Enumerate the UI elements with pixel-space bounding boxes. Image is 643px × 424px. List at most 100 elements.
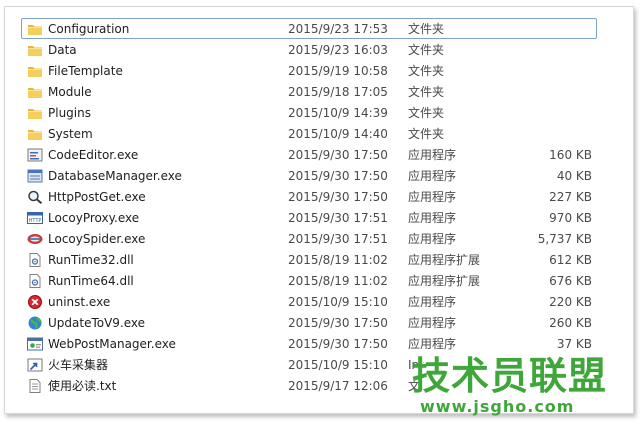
file-row[interactable]: CodeEditor.exe 2015/9/30 17:50 应用程序 160 KB	[21, 144, 597, 165]
code-editor-icon	[27, 148, 43, 162]
file-row[interactable]: Data 2015/9/23 16:03 文件夹	[21, 39, 597, 60]
file-name: RunTime32.dll	[48, 253, 134, 267]
file-size: 37 KB	[556, 337, 592, 351]
file-row[interactable]: uninst.exe 2015/10/9 15:10 应用程序 220 KB	[21, 291, 597, 312]
file-date: 2015/9/19 10:58	[288, 64, 388, 78]
file-type: 应用程序	[408, 148, 457, 162]
file-size: 5,737 KB	[537, 232, 592, 246]
file-type: 应用程序	[408, 316, 457, 330]
file-type: 应用程序扩展	[408, 253, 481, 267]
file-name: Plugins	[48, 106, 91, 120]
file-row[interactable]: HttpPostGet.exe 2015/9/30 17:50 应用程序 227 KB	[21, 186, 597, 207]
file-date: 2015/10/9 15:10	[288, 358, 388, 372]
file-size: 612 KB	[549, 253, 592, 267]
file-type: 文件夹	[408, 22, 445, 36]
svg-text:HTTP: HTTP	[29, 218, 42, 224]
file-row[interactable]: HTTP LocoyProxy.exe 2015/9/30 17:51 应用程序 970…	[21, 207, 597, 228]
file-name: LocoyProxy.exe	[48, 211, 140, 225]
file-name: 使用必读.txt	[48, 379, 117, 393]
file-row[interactable]: Configuration 2015/9/23 17:53 文件夹	[21, 18, 597, 39]
file-type: 应用程序	[408, 211, 457, 225]
file-size: 676 KB	[549, 274, 592, 288]
file-date: 2015/9/30 17:50	[288, 148, 388, 162]
file-row[interactable]: RunTime64.dll 2015/8/19 11:02 应用程序扩展 676 KB	[21, 270, 597, 291]
file-type: 应用程序	[408, 190, 457, 204]
folder-icon	[27, 106, 43, 120]
train-icon	[27, 232, 43, 246]
file-date: 2015/10/9 14:40	[288, 127, 388, 141]
file-name: Module	[48, 85, 92, 99]
file-name: RunTime64.dll	[48, 274, 134, 288]
file-row[interactable]: Plugins 2015/10/9 14:39 文件夹	[21, 102, 597, 123]
file-type: 应用程序扩展	[408, 274, 481, 288]
folder-icon	[27, 64, 43, 78]
folder-icon	[27, 85, 43, 99]
shortcut-icon	[27, 358, 43, 372]
dll-icon	[27, 253, 43, 267]
file-row[interactable]: WebPostManager.exe 2015/9/30 17:50 应用程序 37 …	[21, 333, 597, 354]
database-icon	[27, 169, 43, 183]
file-name: WebPostManager.exe	[48, 337, 176, 351]
file-date: 2015/8/19 11:02	[288, 274, 388, 288]
file-date: 2015/9/17 12:06	[288, 379, 388, 393]
dll-icon	[27, 274, 43, 288]
file-name: 火车采集器	[48, 358, 109, 372]
globe-icon	[27, 316, 43, 330]
file-size: 40 KB	[556, 169, 592, 183]
file-list: Configuration 2015/9/23 17:53 文件夹 Data 2015/…	[21, 18, 597, 396]
web-post-icon	[27, 337, 43, 351]
file-type: 文件夹	[408, 85, 445, 99]
file-type: 文件夹	[408, 106, 445, 120]
folder-icon	[27, 43, 43, 57]
watermark-title: 技术员联盟	[412, 354, 608, 398]
file-name: HttpPostGet.exe	[48, 190, 146, 204]
file-date: 2015/9/30 17:50	[288, 190, 388, 204]
file-name: DatabaseManager.exe	[48, 169, 182, 183]
file-date: 2015/9/18 17:05	[288, 85, 388, 99]
file-size: 970 KB	[549, 211, 592, 225]
file-name: UpdateToV9.exe	[48, 316, 146, 330]
file-size: 160 KB	[549, 148, 592, 162]
file-date: 2015/9/30 17:51	[288, 232, 388, 246]
file-type: 应用程序	[408, 337, 457, 351]
file-row[interactable]: System 2015/10/9 14:40 文件夹	[21, 123, 597, 144]
file-name: LocoySpider.exe	[48, 232, 146, 246]
file-row[interactable]: DatabaseManager.exe 2015/9/30 17:50 应用程序 40…	[21, 165, 597, 186]
magnifier-icon	[27, 190, 43, 204]
file-type: 文件夹	[408, 64, 445, 78]
file-size: 227 KB	[549, 190, 592, 204]
file-name: CodeEditor.exe	[48, 148, 139, 162]
file-date: 2015/10/9 15:10	[288, 295, 388, 309]
uninstall-icon	[27, 295, 43, 309]
file-date: 2015/10/9 14:39	[288, 106, 388, 120]
watermark-url: www.jsgho.com	[420, 397, 575, 416]
file-type: 文件夹	[408, 43, 445, 57]
file-date: 2015/9/23 16:03	[288, 43, 388, 57]
file-name: uninst.exe	[48, 295, 111, 309]
file-row[interactable]: RunTime32.dll 2015/8/19 11:02 应用程序扩展 612 KB	[21, 249, 597, 270]
file-size: 220 KB	[549, 295, 592, 309]
file-name: FileTemplate	[48, 64, 123, 78]
file-date: 2015/8/19 11:02	[288, 253, 388, 267]
file-date: 2015/9/30 17:50	[288, 316, 388, 330]
file-name: Data	[48, 43, 77, 57]
text-file-icon	[27, 379, 43, 393]
watermark: 技术员联盟 www.jsgho.com	[412, 355, 622, 421]
file-row[interactable]: UpdateToV9.exe 2015/9/30 17:50 应用程序 260 KB	[21, 312, 597, 333]
file-type: 应用程序	[408, 232, 457, 246]
file-row[interactable]: Module 2015/9/18 17:05 文件夹	[21, 81, 597, 102]
file-type: 应用程序	[408, 295, 457, 309]
http-proxy-icon: HTTP	[27, 211, 43, 225]
file-row[interactable]: FileTemplate 2015/9/19 10:58 文件夹	[21, 60, 597, 81]
folder-icon	[27, 22, 43, 36]
folder-icon	[27, 127, 43, 141]
file-name: Configuration	[48, 22, 130, 36]
file-type: 应用程序	[408, 169, 457, 183]
file-list-window: Configuration 2015/9/23 17:53 文件夹 Data 2015/…	[4, 6, 634, 414]
file-date: 2015/9/30 17:51	[288, 211, 388, 225]
file-type: 文件夹	[408, 127, 445, 141]
file-date: 2015/9/23 17:53	[288, 22, 388, 36]
file-row[interactable]: LocoySpider.exe 2015/9/30 17:51 应用程序 5,737 …	[21, 228, 597, 249]
file-size: 260 KB	[549, 316, 592, 330]
file-date: 2015/9/30 17:50	[288, 337, 388, 351]
